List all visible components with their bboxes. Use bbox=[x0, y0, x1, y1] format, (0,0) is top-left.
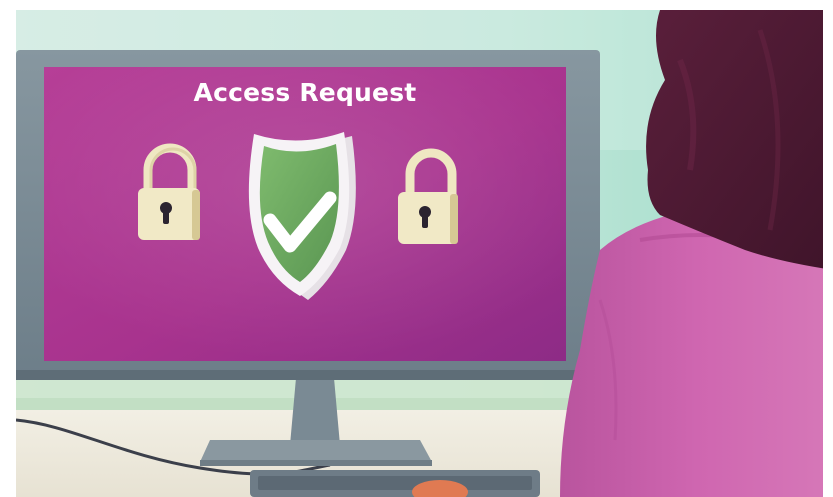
access-request-title: Access Request bbox=[193, 78, 417, 107]
scene-artwork bbox=[0, 0, 833, 497]
monitor-stand-base bbox=[200, 440, 432, 462]
illustration-scene: Access Request bbox=[0, 0, 833, 497]
monitor-stand-neck bbox=[290, 378, 340, 445]
